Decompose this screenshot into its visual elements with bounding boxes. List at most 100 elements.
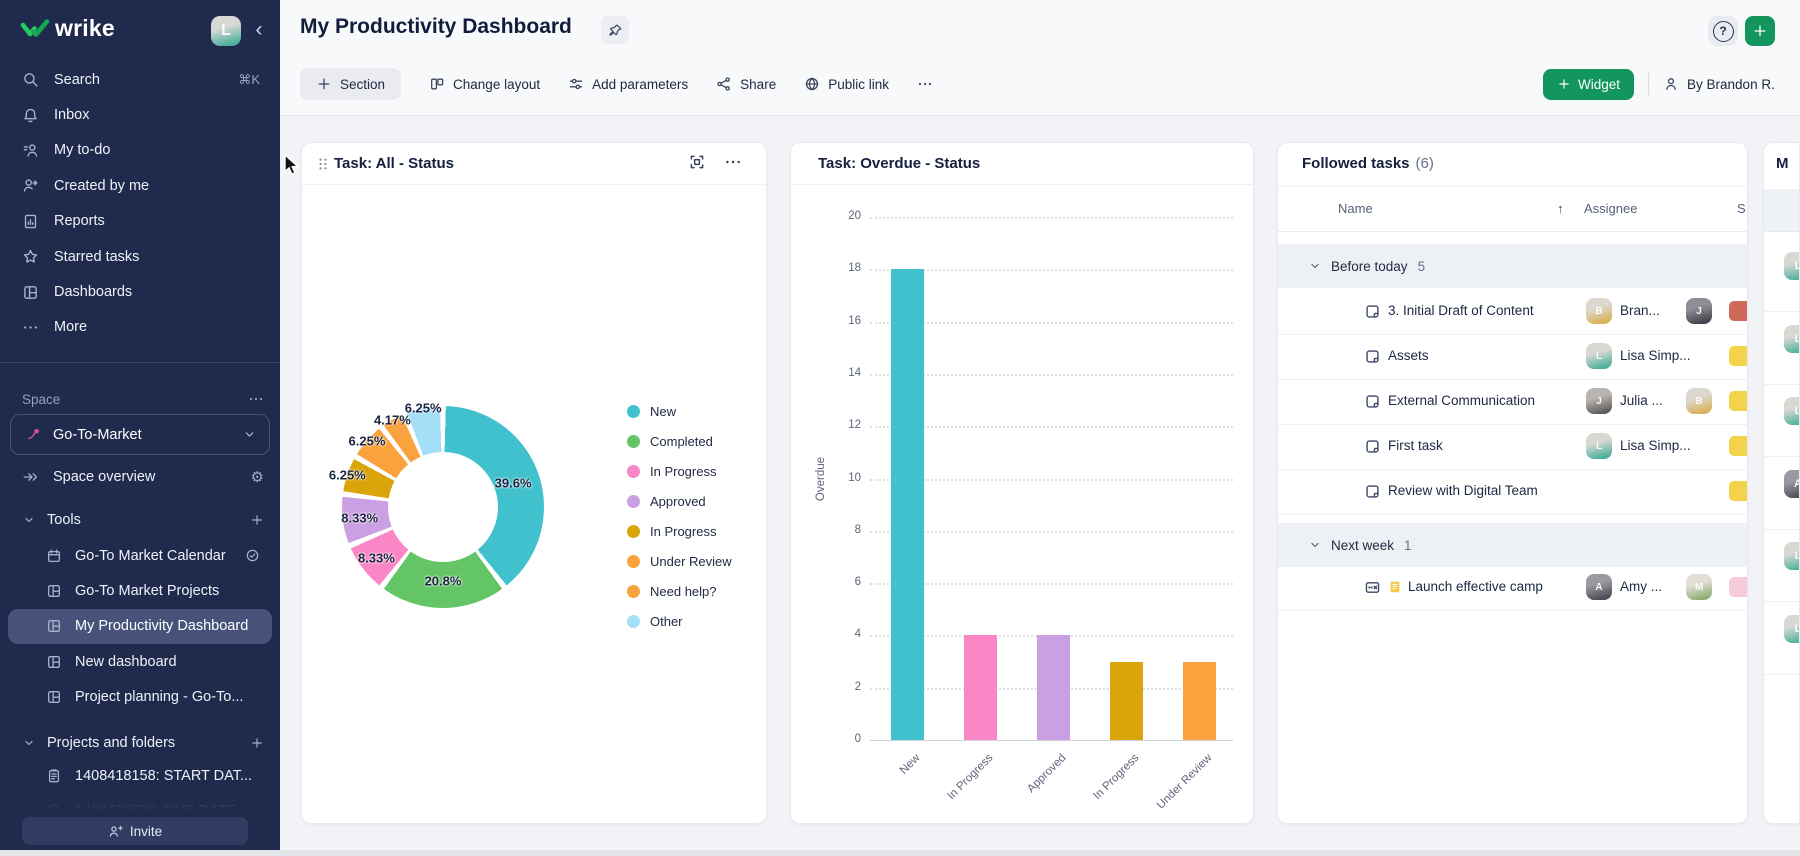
sidebar-collapse-button[interactable]: ‹	[246, 14, 272, 46]
partial-avatar: L	[1784, 397, 1800, 425]
sidebar-item-more[interactable]: More	[0, 310, 280, 345]
focus-mode-icon[interactable]	[688, 153, 706, 176]
task-title: First task	[1388, 438, 1443, 453]
sidebar-tool-go-to-market-projects[interactable]: Go-To Market Projects	[0, 573, 280, 608]
y-tick-label: 4	[829, 628, 861, 640]
space-name: Go-To-Market	[53, 427, 142, 443]
add-project-button[interactable]	[250, 736, 264, 750]
sidebar-item-reports[interactable]: Reports	[0, 204, 280, 239]
y-gridline	[870, 322, 1233, 324]
sidebar-tool-project-planning-go-to-[interactable]: Project planning - Go-To...	[0, 680, 280, 715]
shortcut-hint: ⌘K	[238, 72, 260, 88]
owner-filter[interactable]: By Brandon R.	[1663, 76, 1775, 92]
sidebar-divider	[0, 362, 280, 363]
task-row[interactable]: 3. Initial Draft of ContentBBran...J	[1278, 289, 1747, 335]
task-row[interactable]: AssetsLLisa Simp...	[1278, 334, 1747, 380]
add-widget-button[interactable]: Widget	[1543, 69, 1634, 100]
sidebar-item-inbox[interactable]: Inbox	[0, 97, 280, 132]
more-icon	[22, 319, 39, 336]
tools-section-header[interactable]: Tools	[22, 504, 264, 536]
invite-button[interactable]: Invite	[22, 817, 248, 845]
toolbar-button-change-layout[interactable]: Change layout	[429, 76, 540, 92]
focus-mode-icon	[688, 153, 706, 171]
column-header-start-date[interactable]: S	[1737, 201, 1746, 216]
task-row[interactable]: Review with Digital Team	[1278, 469, 1747, 515]
sidebar-item-created-by-me[interactable]: Created by me	[0, 168, 280, 203]
profile-avatar[interactable]: L	[211, 16, 241, 46]
person-icon	[1663, 76, 1679, 92]
sidebar-tool-new-dashboard[interactable]: New dashboard	[0, 644, 280, 679]
group-row-next-week[interactable]: Next week1	[1278, 523, 1747, 567]
sidebar-item-dashboards[interactable]: Dashboards	[0, 274, 280, 309]
ellipsis-icon	[917, 76, 933, 92]
page-title: My Productivity Dashboard	[300, 15, 572, 39]
widget-title: Task: All - Status	[334, 155, 454, 172]
sidebar-tool-go-to-market-calendar[interactable]: Go-To Market Calendar	[0, 538, 280, 573]
task-row[interactable]: External CommunicationJJulia ...B	[1278, 379, 1747, 425]
space-selector[interactable]: Go-To-Market	[10, 414, 270, 455]
assignee-name: Lisa Simp...	[1620, 438, 1691, 453]
legend-item: Completed	[627, 426, 732, 456]
doc-mini-icon	[1388, 580, 1402, 594]
task-row[interactable]: Launch effective campAAmy ...M	[1278, 565, 1747, 611]
search-icon	[22, 71, 39, 88]
add-tool-button[interactable]	[250, 513, 264, 527]
toolbar-button-add-parameters[interactable]: Add parameters	[568, 76, 688, 92]
sidebar-item-label: My to-do	[54, 142, 110, 158]
sidebar-item-starred-tasks[interactable]: Starred tasks	[0, 239, 280, 274]
plus-icon	[1557, 77, 1571, 91]
slice-label: 20.8%	[425, 574, 462, 589]
sidebar-item-search[interactable]: Search⌘K	[0, 62, 280, 97]
group-row-before-today[interactable]: Before today5	[1278, 244, 1747, 288]
app-window: wrike L ‹ Search⌘K Inbox My to-do Created b…	[0, 0, 1800, 856]
sidebar-item-my-to-do[interactable]: My to-do	[0, 133, 280, 168]
legend-swatch	[627, 615, 640, 628]
toolbar-button-share[interactable]: Share	[716, 76, 776, 92]
y-gridline	[870, 217, 1233, 219]
gear-icon[interactable]: ⚙	[251, 468, 264, 486]
date-chip	[1729, 577, 1748, 597]
widget-header: Task: Overdue - Status	[791, 143, 1253, 185]
task-row[interactable]: First taskLLisa Simp...	[1278, 424, 1747, 470]
task-icon	[1364, 303, 1381, 320]
sidebar-item-label: Inbox	[54, 107, 89, 123]
invite-person-icon	[108, 824, 123, 839]
sidebar-tool-my-productivity-dashboard[interactable]: My Productivity Dashboard	[8, 609, 272, 644]
sidebar-item-label: More	[54, 319, 87, 335]
legend-label: Other	[650, 614, 683, 629]
plus-icon	[316, 76, 332, 92]
plus-icon	[1752, 23, 1768, 39]
sort-ascending-icon[interactable]: ↑	[1557, 201, 1564, 216]
space-section-header: Space	[22, 386, 264, 412]
projects-section-header[interactable]: Projects and folders	[22, 727, 264, 759]
task-icon	[1364, 393, 1381, 410]
toolbar-button-public-link[interactable]: Public link	[804, 76, 889, 92]
task-title: External Communication	[1388, 393, 1535, 408]
plus-icon	[250, 513, 264, 527]
sidebar-item-space-overview[interactable]: Space overview ⚙	[22, 461, 264, 493]
task-title: Assets	[1388, 348, 1429, 363]
partial-avatar: L	[1784, 615, 1800, 643]
check-circle-icon	[245, 548, 260, 563]
wrike-logo[interactable]: wrike	[20, 15, 115, 42]
sidebar-item-label: Created by me	[54, 178, 149, 194]
y-gridline	[870, 426, 1233, 428]
global-add-button[interactable]	[1745, 16, 1775, 46]
help-button[interactable]: ?	[1708, 16, 1738, 46]
pin-button[interactable]	[601, 16, 629, 44]
column-header-assignee[interactable]: Assignee	[1584, 201, 1637, 216]
column-header-name[interactable]: Name	[1338, 201, 1373, 216]
legend-label: In Progress	[650, 524, 716, 539]
toolbar-button-section[interactable]: Section	[300, 68, 401, 100]
drag-handle-icon[interactable]	[315, 156, 331, 177]
date-chip	[1729, 481, 1748, 501]
group-count: 1	[1404, 538, 1412, 553]
space-menu-button[interactable]	[248, 391, 264, 407]
chevron-down-icon	[242, 427, 257, 442]
y-tick-label: 0	[829, 733, 861, 745]
board-icon	[46, 583, 62, 599]
board-icon	[46, 689, 62, 705]
toolbar-more-button[interactable]	[917, 76, 933, 92]
widget-menu-icon[interactable]	[724, 153, 742, 176]
y-tick-label: 16	[829, 315, 861, 327]
